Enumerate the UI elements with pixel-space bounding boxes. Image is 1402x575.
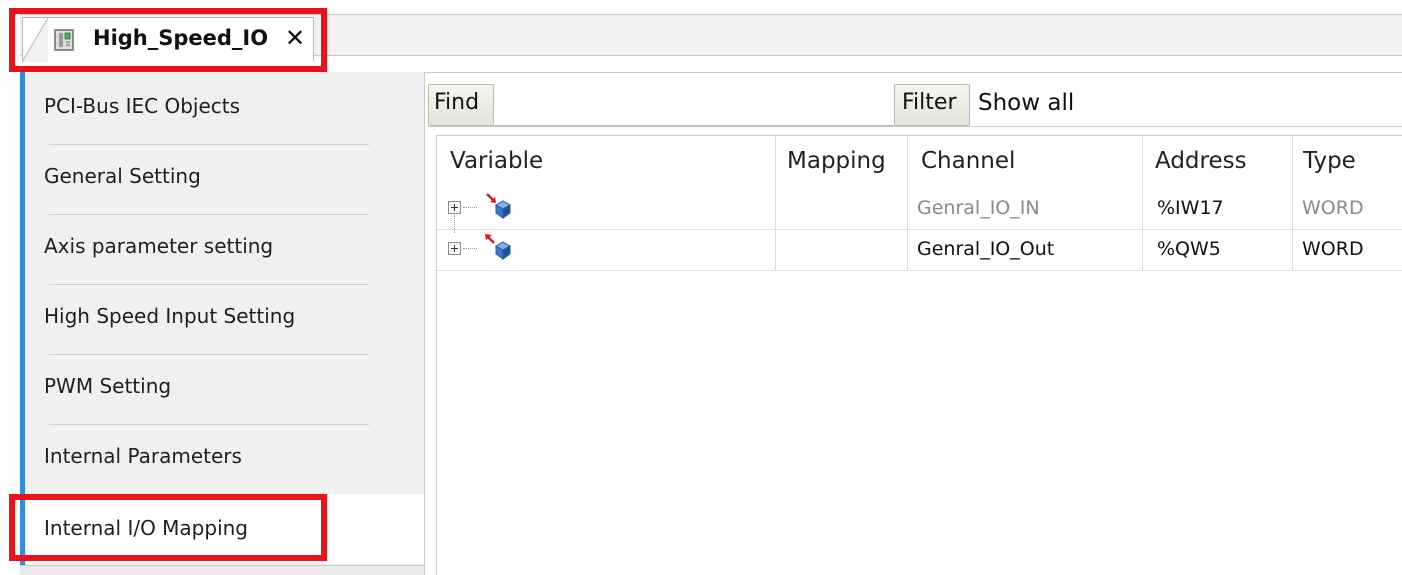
sidebar-item-internal-parameters[interactable]: Internal Parameters <box>25 422 425 492</box>
sidebar-item-label: Internal I/O Mapping <box>44 516 249 540</box>
column-header-address[interactable]: Address <box>1155 148 1247 174</box>
column-header-variable[interactable]: Variable <box>450 148 543 174</box>
tab-edge <box>22 18 48 62</box>
column-header-channel[interactable]: Channel <box>921 148 1015 174</box>
expand-icon[interactable] <box>448 201 461 214</box>
table-row[interactable]: Genral_IO_IN %IW17 WORD <box>437 189 1402 233</box>
type-cell: WORD <box>1302 197 1364 219</box>
sidebar-bottom-edge <box>20 565 426 575</box>
sidebar-item-internal-io-mapping[interactable]: Internal I/O Mapping <box>25 494 426 564</box>
column-header-mapping[interactable]: Mapping <box>787 148 886 174</box>
sidebar-item-label: General Setting <box>44 164 201 188</box>
expand-icon[interactable] <box>448 242 461 255</box>
channel-cell: Genral_IO_IN <box>917 197 1040 219</box>
sidebar-item-label: Axis parameter setting <box>44 234 274 258</box>
sidebar-item-label: Internal Parameters <box>44 444 242 468</box>
sidebar-item-label: PWM Setting <box>44 374 172 398</box>
editor-tab-strip: High_Speed_IO ✕ <box>0 0 1402 70</box>
find-button[interactable]: Find <box>428 84 494 126</box>
sidebar-item-axis-parameter-setting[interactable]: Axis parameter setting <box>25 212 425 282</box>
sidebar-item-general-setting[interactable]: General Setting <box>25 142 425 212</box>
io-mapping-table: Variable Mapping Channel Address Type Ge… <box>436 135 1402 575</box>
filter-bar: Find Filter Show all <box>428 80 1402 128</box>
close-icon[interactable]: ✕ <box>285 24 305 52</box>
type-cell: WORD <box>1302 238 1364 260</box>
find-input[interactable] <box>494 84 894 126</box>
sidebar-item-label: PCI-Bus IEC Objects <box>44 94 241 118</box>
address-cell: %QW5 <box>1157 238 1221 260</box>
tree-connector <box>463 248 477 249</box>
sidebar-item-pci-bus-iec-objects[interactable]: PCI-Bus IEC Objects <box>25 72 425 142</box>
input-variable-icon <box>486 193 511 219</box>
table-row[interactable]: Genral_IO_Out %QW5 WORD <box>437 230 1402 271</box>
tab-title: High_Speed_IO <box>93 26 269 50</box>
column-header-type[interactable]: Type <box>1303 148 1356 174</box>
sidebar-item-pwm-setting[interactable]: PWM Setting <box>25 352 425 422</box>
tab-high-speed-io[interactable]: High_Speed_IO ✕ <box>22 17 314 62</box>
device-icon <box>54 29 74 51</box>
tree-connector <box>463 207 477 208</box>
row-divider <box>437 270 1402 271</box>
filter-button[interactable]: Filter <box>894 84 970 126</box>
address-cell: %IW17 <box>1157 197 1224 219</box>
filter-bar-divider <box>428 126 1402 127</box>
sidebar-item-label: High Speed Input Setting <box>44 304 296 328</box>
sidebar-item-high-speed-input-setting[interactable]: High Speed Input Setting <box>25 282 425 352</box>
filter-dropdown[interactable]: Show all <box>978 90 1074 116</box>
output-variable-icon <box>485 234 511 260</box>
channel-cell: Genral_IO_Out <box>917 238 1055 260</box>
